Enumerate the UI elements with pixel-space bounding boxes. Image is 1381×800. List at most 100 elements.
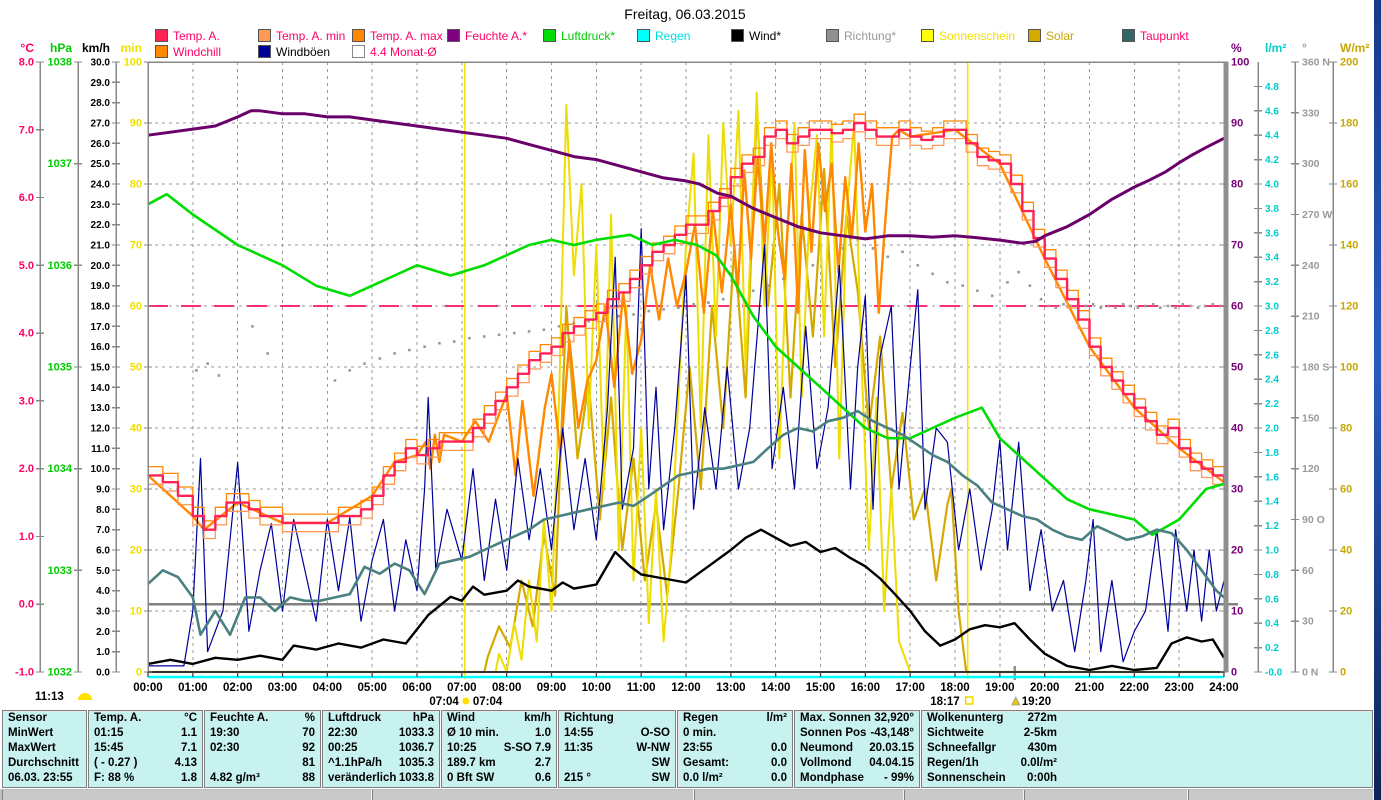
svg-text:30: 30: [1302, 616, 1314, 628]
svg-text:23:00: 23:00: [1164, 682, 1193, 694]
svg-text:1032: 1032: [48, 667, 72, 679]
svg-text:90 O: 90 O: [1302, 514, 1325, 526]
svg-text:3.2: 3.2: [1265, 277, 1279, 288]
scrollbar-segment[interactable]: [2, 790, 372, 800]
time-axis: 00:00 01:00 02:00 03:00 04:00 05:00 06:00 07:00…: [133, 672, 1239, 694]
axis-kmh: 30.0 29.0 28.0 27.0 26.0 25.0 24.0 23.0 22.0 21.0…: [82, 41, 120, 679]
axis-c: 8.0 7.0 6.0 5.0 4.0 3.0 2.0 1.0 0.0 -1.0 °C: [15, 41, 44, 679]
svg-text:0.6: 0.6: [1265, 594, 1279, 605]
table-row: Richtung: [564, 712, 614, 724]
axis-unit-pct: %: [1231, 41, 1242, 55]
svg-text:2.4: 2.4: [1265, 375, 1279, 386]
table-column-luftdruck: Luftdruck hPa 22:30 1033.3 00:25 1036.7 ^1.1hP…: [322, 710, 440, 788]
svg-text:21:00: 21:00: [1075, 682, 1104, 694]
svg-text:8.0: 8.0: [96, 505, 110, 516]
svg-text:24.0: 24.0: [91, 180, 111, 191]
svg-text:1.6: 1.6: [1265, 472, 1279, 483]
weather-app-window: Freitag, 06.03.2015 Temp. A. Temp. A. min…: [0, 0, 1381, 800]
table-row: 4.82 g/m³ 88: [210, 772, 315, 784]
table-row: 23:55 0.0: [683, 742, 787, 754]
svg-text:19:20: 19:20: [1022, 696, 1051, 708]
table-row: Sensor: [8, 712, 47, 724]
table-column-wind: Wind km/h Ø 10 min. 1.0 10:25 S-SO 7.9 189.7 k…: [441, 710, 557, 788]
svg-text:07:04: 07:04: [473, 696, 503, 708]
svg-text:90: 90: [130, 118, 142, 130]
svg-text:24:00: 24:00: [1209, 682, 1238, 694]
table-row: Gesamt: 0.0: [683, 757, 787, 769]
table-row: 14:55 O-SO: [564, 727, 670, 739]
axis-lm2: 4.8 4.6 4.4 4.2 4.0 3.8 3.6 3.4 3.2 3.0 2.8 2.6 2.4 2…: [1254, 41, 1286, 679]
svg-text:0: 0: [1340, 667, 1346, 679]
svg-text:210: 210: [1302, 311, 1320, 323]
svg-text:120: 120: [1340, 301, 1358, 313]
svg-text:50: 50: [1231, 362, 1243, 374]
svg-text:70: 70: [1231, 240, 1243, 252]
svg-text:07:04: 07:04: [429, 696, 459, 708]
svg-text:18:17: 18:17: [930, 696, 959, 708]
svg-text:-0.0: -0.0: [1265, 668, 1283, 679]
table-row: Feuchte A.%: [210, 712, 315, 724]
svg-text:4.6: 4.6: [1265, 106, 1279, 117]
table-row: Regen l/m²: [683, 712, 787, 724]
table-column-astro2: Wolkenunterg 272m Sichtweite 2-5km Schneefal…: [921, 710, 1373, 788]
table-row: Mondphase - 99%: [800, 772, 914, 784]
svg-text:19.0: 19.0: [91, 281, 111, 292]
scrollbar-segment[interactable]: [1188, 790, 1374, 800]
svg-text:7.0: 7.0: [96, 525, 110, 536]
svg-text:2.0: 2.0: [96, 627, 110, 638]
svg-text:0: 0: [1231, 667, 1237, 679]
axis-hpa: 1038 1037 1036 1035 1034 1033 1032 hPa: [48, 41, 82, 679]
svg-text:13.0: 13.0: [91, 403, 111, 414]
svg-text:12:00: 12:00: [671, 682, 700, 694]
svg-text:20.0: 20.0: [91, 261, 111, 272]
svg-text:120: 120: [1302, 463, 1320, 475]
svg-text:14.0: 14.0: [91, 383, 111, 394]
table-row: 81: [302, 757, 315, 769]
scrollbar-segment[interactable]: [904, 790, 1024, 800]
moonset-icon: [78, 693, 92, 700]
table-row: Durchschnitt: [8, 757, 79, 769]
svg-text:30.0: 30.0: [91, 58, 111, 69]
table-row: 215 ° SW: [564, 772, 670, 784]
table-row: Luftdruck hPa: [328, 712, 434, 724]
scrollbar-segment[interactable]: [694, 790, 904, 800]
svg-text:4.2: 4.2: [1265, 155, 1279, 166]
svg-text:1.0: 1.0: [19, 531, 34, 543]
svg-text:5.0: 5.0: [96, 566, 110, 577]
svg-text:22:00: 22:00: [1120, 682, 1149, 694]
svg-text:3.0: 3.0: [96, 607, 110, 618]
svg-text:80: 80: [130, 179, 142, 191]
table-row: 01:15 1.1: [94, 727, 197, 739]
svg-text:100: 100: [124, 57, 142, 69]
svg-text:4.0: 4.0: [1265, 180, 1279, 191]
table-row: 0 min.: [683, 727, 717, 739]
scrollbar-segment[interactable]: [372, 790, 694, 800]
svg-text:30: 30: [130, 484, 142, 496]
svg-text:60: 60: [1340, 484, 1352, 496]
svg-text:18.0: 18.0: [91, 302, 111, 313]
svg-text:6.0: 6.0: [96, 546, 110, 557]
svg-text:22.0: 22.0: [91, 220, 111, 231]
bottom-scrollbar[interactable]: [0, 788, 1374, 800]
svg-text:3.8: 3.8: [1265, 204, 1279, 215]
scrollbar-segment[interactable]: [1024, 790, 1188, 800]
moonrise-icon: [1011, 696, 1021, 706]
svg-text:04:00: 04:00: [313, 682, 342, 694]
table-row: 06.03. 23:55: [8, 772, 73, 784]
svg-text:14:00: 14:00: [761, 682, 790, 694]
table-row: Sichtweite 2-5km: [927, 727, 1057, 739]
svg-text:1034: 1034: [48, 463, 73, 475]
axis-wm2: 200180160140120100806040200W/m²: [1329, 41, 1369, 679]
svg-text:2.0: 2.0: [19, 463, 34, 475]
svg-text:7.0: 7.0: [19, 124, 34, 136]
svg-text:60: 60: [1231, 301, 1243, 313]
svg-text:16.0: 16.0: [91, 342, 111, 353]
svg-text:00:00: 00:00: [133, 682, 162, 694]
svg-text:360 N: 360 N: [1302, 57, 1330, 69]
table-row: 22:30 1033.3: [328, 727, 434, 739]
table-column-feuchte: Feuchte A.% 19:30 70 02:30 92 81 4.82 g/m³ 88: [204, 710, 321, 788]
svg-text:0: 0: [136, 667, 142, 679]
svg-text:1.0: 1.0: [1265, 546, 1279, 557]
svg-text:17.0: 17.0: [91, 322, 111, 333]
axis-unit-deg: °: [1302, 41, 1307, 55]
